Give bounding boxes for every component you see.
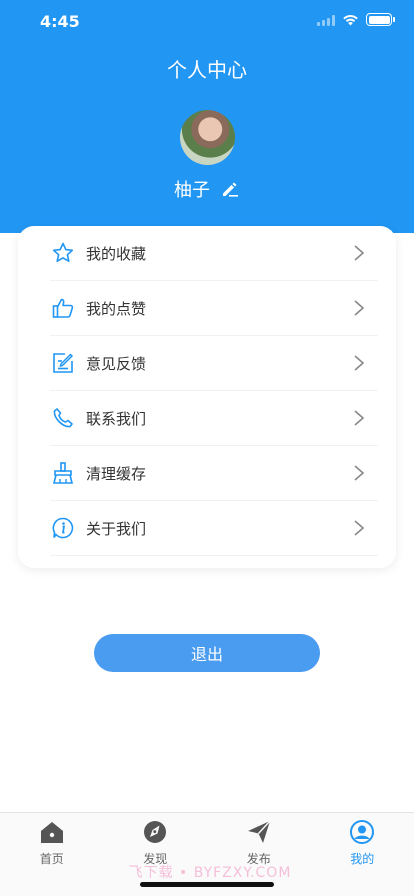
menu-item-label: 联系我们 [86,409,147,428]
info-icon [50,515,76,541]
menu-item-label: 我的收藏 [86,244,147,263]
tab-label: 我的 [350,852,375,866]
chevron-right-icon [354,520,365,536]
profile-icon [349,819,375,845]
page-title: 个人中心 [167,58,247,82]
menu-item-label: 意见反馈 [86,354,147,373]
phone-icon [50,405,76,431]
home-indicator[interactable] [140,882,274,887]
edit-icon[interactable] [220,179,240,199]
profile-screen: 4:45 个人中心 柚子 我的收藏 我的点赞 意见反馈 联系我们 清理缓存 关于… [0,0,414,896]
tab-home[interactable]: 首页 [0,813,104,896]
status-bar: 4:45 [0,0,414,44]
header: 4:45 个人中心 柚子 [0,0,414,233]
watermark: 飞下载 • BYFZXY.COM [128,865,292,881]
menu-item-contact[interactable]: 联系我们 [50,391,378,446]
avatar[interactable] [180,110,235,165]
status-icons [317,13,395,26]
menu-item-likes[interactable]: 我的点赞 [50,281,378,336]
menu-item-clear-cache[interactable]: 清理缓存 [50,446,378,501]
menu-item-label: 关于我们 [86,519,147,538]
status-time: 4:45 [40,12,80,31]
chevron-right-icon [354,355,365,371]
username: 柚子 [174,180,210,201]
broom-icon [50,460,76,486]
chevron-right-icon [354,410,365,426]
username-row: 柚子 [0,176,414,202]
menu-item-about[interactable]: 关于我们 [50,501,378,556]
home-icon [39,819,65,845]
wifi-icon [343,14,358,25]
menu-item-feedback[interactable]: 意见反馈 [50,336,378,391]
feedback-icon [50,350,76,376]
menu-item-label: 我的点赞 [86,299,147,318]
tab-label: 首页 [39,852,64,866]
chevron-right-icon [354,245,365,261]
menu-item-label: 清理缓存 [86,464,147,483]
thumbs-up-icon [50,295,76,321]
battery-icon [366,13,395,26]
logout-button[interactable]: 退出 [94,634,320,672]
menu-card: 我的收藏 我的点赞 意见反馈 联系我们 清理缓存 关于我们 [18,226,396,568]
discover-icon [142,819,168,845]
menu-item-favorites[interactable]: 我的收藏 [50,226,378,281]
chevron-right-icon [354,300,365,316]
signal-icon [317,14,335,26]
star-icon [50,240,76,266]
tab-profile[interactable]: 我的 [311,813,414,896]
chevron-right-icon [354,465,365,481]
send-icon [246,819,272,845]
